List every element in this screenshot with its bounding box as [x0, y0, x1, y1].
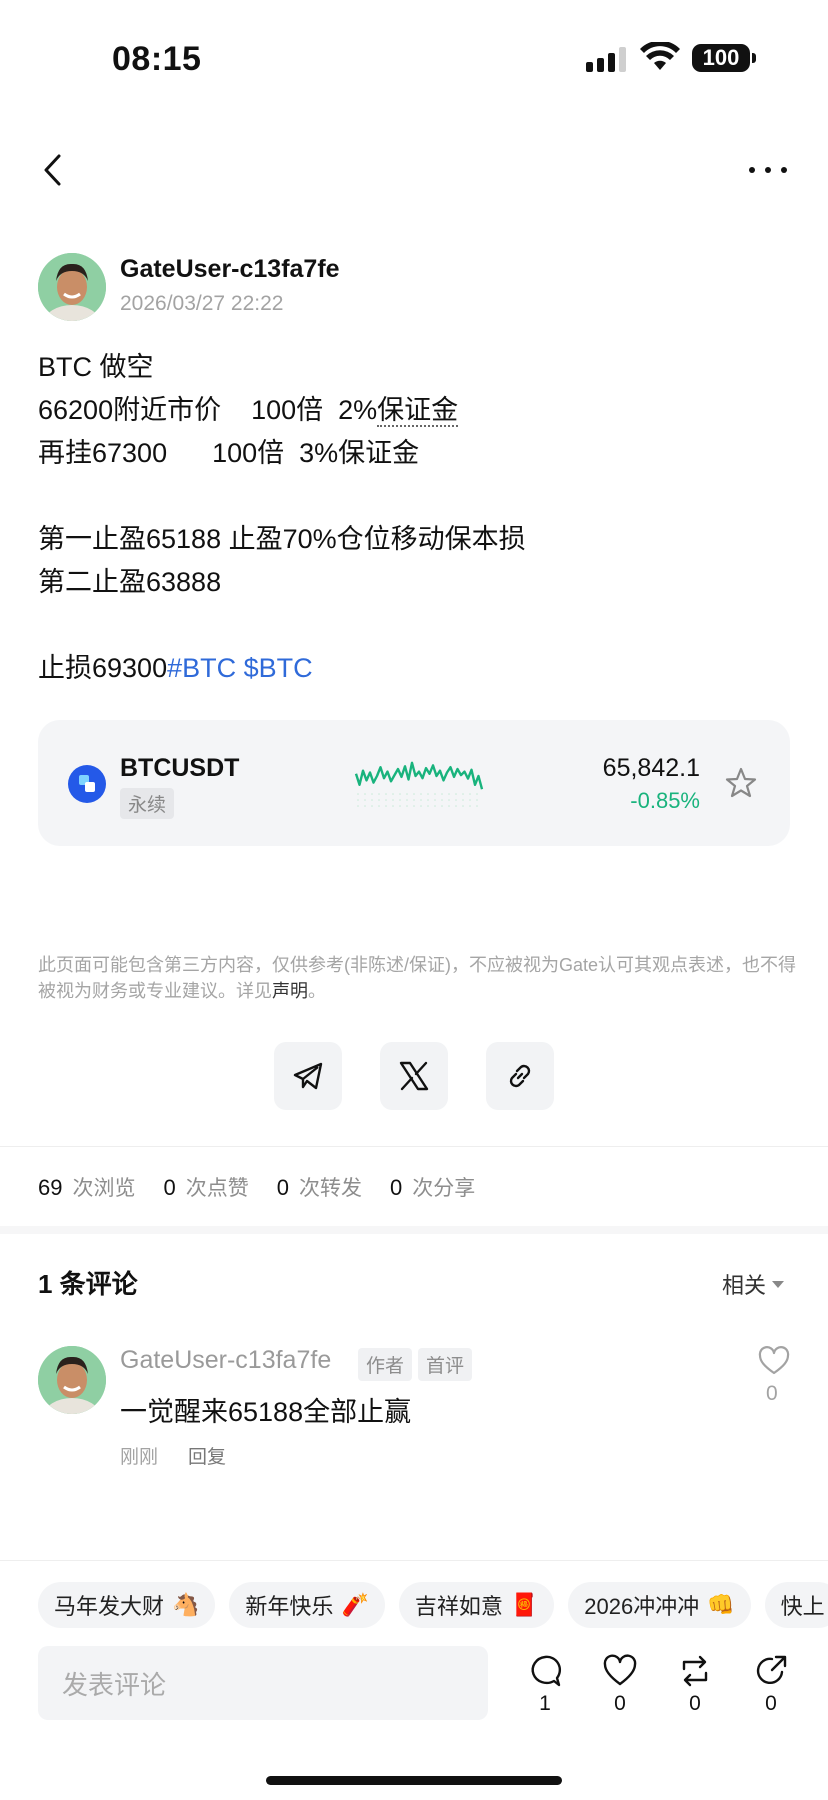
divider: [0, 1560, 828, 1561]
more-dots-icon[interactable]: [746, 160, 790, 180]
status-bar: 08:15 100: [0, 0, 828, 110]
author-name[interactable]: GateUser-c13fa7fe: [120, 255, 340, 284]
ticker-change: -0.85%: [630, 788, 700, 813]
author-badge: 作者: [358, 1348, 413, 1381]
reply-button[interactable]: 回复: [188, 1442, 226, 1469]
quick-reply-chip[interactable]: 2026冲冲冲 👊: [568, 1582, 751, 1628]
comment-bubble-icon: [531, 1655, 562, 1687]
chip-label: 新年快乐: [245, 1594, 334, 1619]
quick-reply-chip[interactable]: 吉祥如意 🧧: [398, 1582, 555, 1628]
wifi-icon: [640, 42, 680, 70]
firecracker-emoji-icon: 🧨: [341, 1592, 369, 1617]
quick-reply-chips: 马年发大财 🐴 新年快乐 🧨 吉祥如意 🧧 2026冲冲冲 👊 快上: [38, 1582, 828, 1628]
avatar[interactable]: [38, 1346, 106, 1414]
disclaimer-text: 此页面可能包含第三方内容，仅供参考(非陈述/保证)，不应被视为Gate认可其观点…: [38, 955, 797, 1001]
reposts-label: 次转发: [298, 1177, 362, 1200]
repost-action[interactable]: 0: [673, 1654, 717, 1716]
caret-down-icon: [772, 1280, 785, 1288]
term-link[interactable]: 保证金: [377, 395, 459, 427]
comment-action[interactable]: 1: [523, 1654, 567, 1716]
comment-input[interactable]: 发表评论: [38, 1646, 488, 1720]
quick-reply-chip[interactable]: 快上: [764, 1582, 828, 1628]
post-line: 再挂67300 100倍 3%保证金: [38, 438, 420, 468]
chip-label: 2026冲冲冲: [584, 1594, 700, 1619]
sort-label: 相关: [722, 1273, 767, 1298]
price-sparkline: [354, 761, 484, 807]
views-count: 69: [38, 1175, 63, 1200]
copy-link-button[interactable]: [486, 1042, 554, 1110]
like-count: 0: [614, 1692, 626, 1715]
red-envelope-emoji-icon: 🧧: [510, 1592, 539, 1617]
chip-label: 吉祥如意: [414, 1594, 503, 1619]
share-telegram-button[interactable]: [274, 1042, 342, 1110]
post-content: BTC 做空 66200附近市价 100倍 2%保证金 再挂67300 100倍…: [38, 346, 798, 690]
comment-input-placeholder: 发表评论: [62, 1669, 167, 1700]
likes-count: 0: [163, 1175, 176, 1200]
comments-title: 1 条评论: [38, 1269, 138, 1299]
avatar[interactable]: [38, 253, 106, 321]
heart-icon[interactable]: [758, 1346, 790, 1376]
coin-logo-icon: [68, 765, 106, 803]
first-comment-badge: 首评: [418, 1348, 473, 1381]
shares-label: 次分享: [412, 1177, 476, 1200]
sparkline-path: [354, 761, 484, 790]
quick-reply-chip[interactable]: 马年发大财 🐴: [38, 1582, 216, 1628]
horse-emoji-icon: 🐴: [172, 1592, 200, 1617]
comment-like-count: 0: [766, 1382, 778, 1405]
shares-count: 0: [389, 1175, 403, 1200]
ticker-symbol: BTCUSDT: [120, 754, 240, 782]
comment-sort-dropdown[interactable]: 相关: [722, 1268, 785, 1300]
share-x-button[interactable]: [380, 1042, 448, 1110]
comment-time: 刚刚: [120, 1447, 159, 1468]
chevron-left-icon[interactable]: [34, 150, 74, 190]
disclaimer: 此页面可能包含第三方内容，仅供参考(非陈述/保证)，不应被视为Gate认可其观点…: [38, 952, 798, 1004]
fist-emoji-icon: 👊: [707, 1592, 735, 1617]
repost-count: 0: [689, 1692, 701, 1715]
star-icon[interactable]: [724, 766, 758, 800]
status-time: 08:15: [112, 40, 202, 78]
share-row: [274, 1042, 554, 1110]
post-line: BTC 做空: [38, 352, 154, 382]
telegram-icon: [293, 1062, 323, 1090]
comment-count: 1: [539, 1692, 551, 1715]
comment-author[interactable]: GateUser-c13fa7fe: [120, 1346, 331, 1375]
repost-icon: [682, 1655, 708, 1687]
quick-reply-chip[interactable]: 新年快乐 🧨: [229, 1582, 385, 1628]
battery-icon: 100: [692, 44, 756, 72]
heart-icon: [603, 1654, 637, 1686]
ticker-price: 65,842.1: [602, 754, 700, 782]
disclaimer-link[interactable]: 声明: [272, 981, 308, 1001]
post-stats: 69 次浏览 0 次点赞 0 次转发 0 次分享: [38, 1172, 493, 1202]
share-count: 0: [765, 1692, 777, 1715]
divider: [0, 1146, 828, 1147]
likes-label: 次点赞: [185, 1177, 249, 1200]
cashtag-link[interactable]: $BTC: [244, 653, 313, 683]
post-text: 66200附近市价 100倍 2%: [38, 395, 378, 425]
post-line: 止损69300#BTC $BTC: [38, 647, 798, 690]
post-text: 止损69300: [38, 653, 168, 683]
chip-label: 快上: [780, 1594, 825, 1619]
like-action[interactable]: 0: [598, 1654, 642, 1716]
link-icon: [509, 1064, 531, 1088]
hashtag-link[interactable]: #BTC: [167, 653, 236, 683]
share-action[interactable]: 0: [749, 1654, 793, 1716]
reposts-count: 0: [276, 1175, 289, 1200]
share-icon: [756, 1655, 787, 1685]
home-indicator: [266, 1776, 562, 1785]
post-line: 66200附近市价 100倍 2%保证金: [38, 389, 798, 432]
post-line: 第二止盈63888: [38, 567, 222, 597]
disclaimer-end: 。: [308, 981, 326, 1001]
cellular-signal-icon: [586, 46, 626, 72]
post-line: 第一止盈65188 止盈70%仓位移动保本损: [38, 524, 526, 554]
x-logo-icon: [399, 1061, 429, 1091]
ticker-card[interactable]: BTCUSDT 永续 65,842.1 -0.85%: [38, 720, 790, 846]
views-label: 次浏览: [72, 1177, 136, 1200]
comment-text: 一觉醒来65188全部止赢: [120, 1397, 412, 1427]
chip-label: 马年发大财: [54, 1594, 165, 1619]
section-separator: [0, 1226, 828, 1234]
post-timestamp: 2026/03/27 22:22: [120, 292, 284, 315]
top-nav: [0, 140, 828, 200]
ticker-kind-badge: 永续: [120, 788, 175, 819]
